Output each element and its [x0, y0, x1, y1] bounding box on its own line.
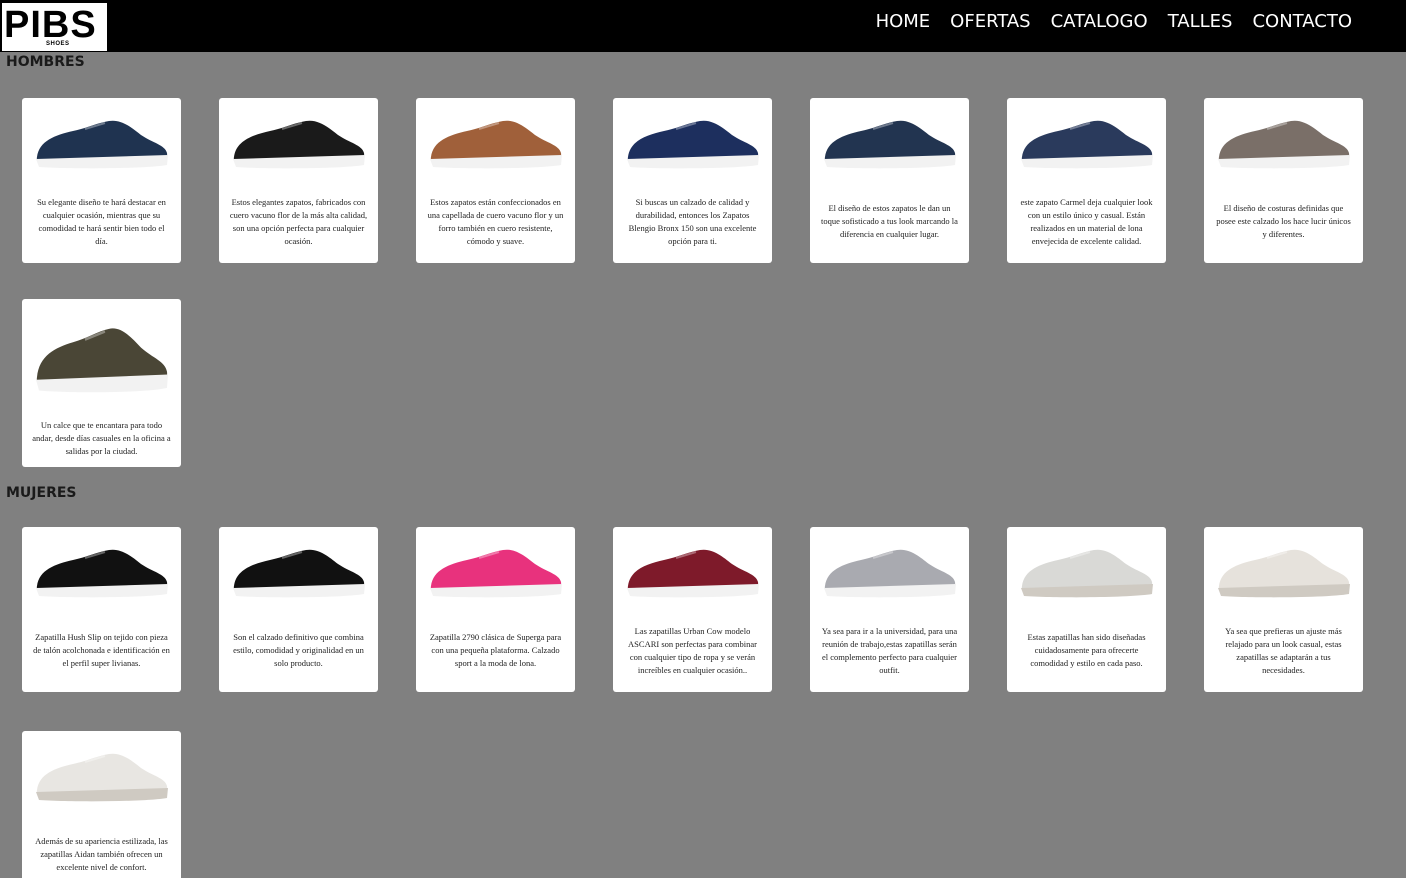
section-title-women: MUJERES — [6, 485, 77, 501]
product-card[interactable]: Un calce que te encantara para todo anda… — [22, 299, 181, 467]
product-description: Ya sea para ir a la universidad, para un… — [821, 625, 958, 675]
pink-platform-sneaker-image[interactable] — [419, 530, 572, 612]
product-description: Su elegante diseño te hará destacar en c… — [37, 196, 166, 246]
product-description: Estas zapatillas han sido diseñadas cuid… — [1027, 632, 1146, 668]
product-description: Las zapatillas Urban Cow modelo ASCARI s… — [628, 625, 757, 675]
product-description: El diseño de estos zapatos le dan un toq… — [821, 203, 958, 239]
navy-sneaker-shoe-image[interactable] — [25, 101, 178, 183]
product-description: Ya sea que prefieras un ajuste más relaj… — [1225, 625, 1342, 675]
product-description: Además de su apariencia estilizada, las … — [35, 836, 168, 872]
product-card[interactable]: Son el calzado definitivo que combina es… — [219, 527, 378, 692]
product-card[interactable]: Las zapatillas Urban Cow modelo ASCARI s… — [613, 527, 772, 692]
grey-knit-sneaker-image[interactable] — [813, 530, 966, 612]
product-card[interactable]: Si buscas un calzado de calidad y durabi… — [613, 98, 772, 263]
product-description: El diseño de costuras definidas que pose… — [1216, 203, 1351, 239]
product-card[interactable]: este zapato Carmel deja cualquier look c… — [1007, 98, 1166, 263]
burgundy-sneaker-image[interactable] — [616, 530, 769, 612]
nav-talles-link[interactable]: TALLES — [1168, 10, 1233, 34]
product-card[interactable]: Zapatilla 2790 clásica de Superga para c… — [416, 527, 575, 692]
product-description: Estos zapatos están confeccionados en un… — [427, 196, 564, 246]
product-card[interactable]: Estos elegantes zapatos, fabricados con … — [219, 98, 378, 263]
product-card[interactable]: Estos zapatos están confeccionados en un… — [416, 98, 575, 263]
product-card[interactable]: El diseño de costuras definidas que pose… — [1204, 98, 1363, 263]
product-description: Si buscas un calzado de calidad y durabi… — [628, 196, 757, 246]
blue-oxford-shoe-image[interactable] — [616, 101, 769, 183]
nav-contacto-link[interactable]: CONTACTO — [1252, 10, 1352, 34]
product-card[interactable]: Estas zapatillas han sido diseñadas cuid… — [1007, 527, 1166, 692]
product-description: Son el calzado definitivo que combina es… — [233, 632, 364, 668]
top-navbar: PIBS SHOES HOME OFERTAS CATALOGO TALLES … — [0, 0, 1406, 52]
product-card[interactable]: Ya sea para ir a la universidad, para un… — [810, 527, 969, 692]
navy-loafer-shoe-image[interactable] — [813, 101, 966, 183]
grey-suede-loafer-image[interactable] — [1207, 101, 1360, 183]
white-perforated-sneaker-image[interactable] — [1207, 530, 1360, 612]
black-ballerina-shoe-image[interactable] — [222, 530, 375, 612]
black-mesh-clog-image[interactable] — [25, 530, 178, 612]
nav-catalogo-link[interactable]: CATALOGO — [1051, 10, 1148, 34]
product-card[interactable]: Además de su apariencia estilizada, las … — [22, 731, 181, 878]
product-description: Estos elegantes zapatos, fabricados con … — [229, 196, 368, 246]
black-leather-shoe-image[interactable] — [222, 101, 375, 183]
olive-slip-on-shoe-image[interactable] — [25, 302, 178, 412]
logo-subtext: SHOES — [46, 41, 70, 47]
product-description: este zapato Carmel deja cualquier look c… — [1020, 196, 1153, 246]
brown-derby-shoe-image[interactable] — [419, 101, 572, 183]
white-floral-sneaker-image[interactable] — [25, 734, 178, 816]
main-nav: HOME OFERTAS CATALOGO TALLES CONTACTO — [876, 10, 1352, 34]
white-lace-sneaker-image[interactable] — [1010, 530, 1163, 612]
section-title-men: HOMBRES — [6, 54, 85, 70]
nav-home-link[interactable]: HOME — [876, 10, 931, 34]
product-description: Zapatilla 2790 clásica de Superga para c… — [429, 632, 562, 668]
product-card[interactable]: Su elegante diseño te hará destacar en c… — [22, 98, 181, 263]
product-card[interactable]: Zapatilla Hush Slip on tejido con pieza … — [22, 527, 181, 692]
product-description: Zapatilla Hush Slip on tejido con pieza … — [33, 632, 170, 668]
nav-ofertas-link[interactable]: OFERTAS — [950, 10, 1030, 34]
product-card[interactable]: Ya sea que prefieras un ajuste más relaj… — [1204, 527, 1363, 692]
product-card[interactable]: El diseño de estos zapatos le dan un toq… — [810, 98, 969, 263]
denim-slip-on-shoe-image[interactable] — [1010, 101, 1163, 183]
product-description: Un calce que te encantara para todo anda… — [32, 419, 171, 456]
brand-logo[interactable]: PIBS SHOES — [1, 2, 108, 52]
